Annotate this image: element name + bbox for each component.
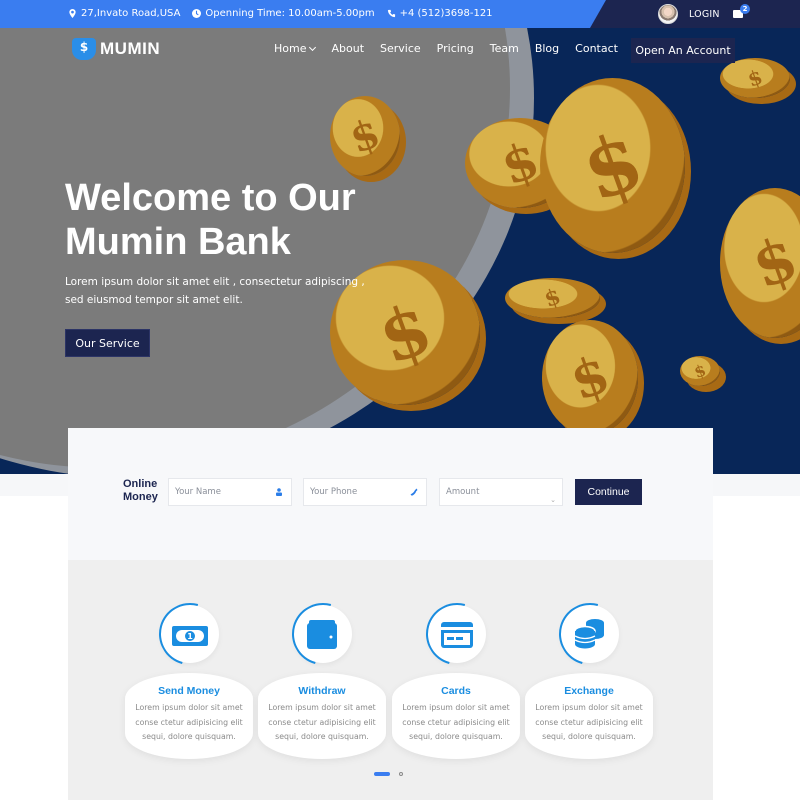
form-label: Online Money <box>123 478 163 504</box>
nav-item-contact[interactable]: Contact <box>575 42 618 55</box>
online-money-form: Online Money Your Name Your Phone Amount… <box>68 428 713 560</box>
our-service-button[interactable]: Our Service <box>65 329 150 357</box>
service-card[interactable]: Cards Lorem ipsum dolor sit amet conse c… <box>392 591 520 759</box>
carousel-dot[interactable] <box>399 772 403 776</box>
coin-image <box>720 188 800 338</box>
phone-text: +4 (512)3698-121 <box>399 8 493 19</box>
wallet-icon <box>307 620 337 649</box>
user-icon <box>276 488 282 496</box>
open-account-button[interactable]: Open An Account <box>631 38 735 63</box>
service-card-body: Exchange Lorem ipsum dolor sit amet cons… <box>525 673 653 759</box>
service-text: Lorem ipsum dolor sit amet conse ctetur … <box>535 703 643 741</box>
service-title: Cards <box>441 685 471 697</box>
nav-item-pricing[interactable]: Pricing <box>437 42 474 55</box>
hours-text: Openning Time: 10.00am-5.00pm <box>205 8 375 19</box>
svg-text:1: 1 <box>187 632 193 641</box>
brand-logo[interactable]: MUMIN <box>72 38 160 60</box>
service-card-body: Withdraw Lorem ipsum dolor sit amet cons… <box>258 673 386 759</box>
service-text: Lorem ipsum dolor sit amet conse ctetur … <box>268 703 376 741</box>
phone-input[interactable]: Your Phone <box>303 478 427 506</box>
service-title: Exchange <box>564 685 614 697</box>
address-text: 27,Invato Road,USA <box>81 8 181 19</box>
coin-image <box>720 58 790 98</box>
service-card[interactable]: Exchange Lorem ipsum dolor sit amet cons… <box>525 591 653 759</box>
login-link[interactable]: LOGIN <box>689 9 720 20</box>
page: 27,Invato Road,USA Openning Time: 10.00a… <box>0 0 800 800</box>
amount-selected: Amount <box>446 487 480 497</box>
service-card-body: Send Money Lorem ipsum dolor sit amet co… <box>125 673 253 759</box>
coin-image <box>542 320 638 435</box>
top-bar: 27,Invato Road,USA Openning Time: 10.00a… <box>0 0 800 28</box>
amount-select[interactable]: Amount ⌄ <box>439 478 563 506</box>
banknote-icon: 1 <box>172 626 208 646</box>
hero-section: Welcome to Our Mumin Bank Lorem ipsum do… <box>0 28 800 474</box>
nav-item-blog[interactable]: Blog <box>535 42 559 55</box>
nav-item-about[interactable]: About <box>331 42 364 55</box>
map-pin-icon <box>69 9 76 18</box>
name-placeholder: Your Name <box>175 487 221 497</box>
service-text: Lorem ipsum dolor sit amet conse ctetur … <box>135 703 243 741</box>
service-title: Withdraw <box>298 685 346 697</box>
chevron-down-icon: ⌄ <box>550 496 556 504</box>
services-section: 1 Send Money Lorem ipsum dolor sit amet … <box>68 560 713 800</box>
nav-item-label: Home <box>274 42 307 55</box>
avatar[interactable] <box>658 4 678 24</box>
coin-image <box>680 356 720 386</box>
mail-count-badge: 2 <box>740 4 750 14</box>
chevron-down-icon <box>309 43 317 51</box>
nav-item-team[interactable]: Team <box>490 42 519 55</box>
brand-name: MUMIN <box>100 39 161 58</box>
service-card-body: Cards Lorem ipsum dolor sit amet conse c… <box>392 673 520 759</box>
credit-card-icon <box>441 622 473 648</box>
shield-dollar-icon <box>72 38 96 60</box>
service-card[interactable]: Withdraw Lorem ipsum dolor sit amet cons… <box>258 591 386 759</box>
coins-icon <box>574 619 604 649</box>
carousel-dot-active[interactable] <box>374 772 390 776</box>
phone-icon <box>387 9 395 18</box>
contact-info: 27,Invato Road,USA Openning Time: 10.00a… <box>68 8 493 19</box>
main-nav: Home About Service Pricing Team Blog Con… <box>274 42 634 55</box>
coin-image <box>540 78 685 253</box>
continue-button[interactable]: Continue <box>575 479 642 505</box>
service-text: Lorem ipsum dolor sit amet conse ctetur … <box>402 703 510 741</box>
phone-item[interactable]: +4 (512)3698-121 <box>387 8 493 19</box>
form-label-text: Online Money <box>123 478 158 503</box>
phone-placeholder: Your Phone <box>310 487 358 497</box>
hours-item: Openning Time: 10.00am-5.00pm <box>192 8 375 19</box>
hero-description: Lorem ipsum dolor sit amet elit , consec… <box>65 276 365 306</box>
clock-icon <box>192 9 202 18</box>
nav-item-home[interactable]: Home <box>274 42 317 55</box>
account-area: LOGIN 2 <box>590 0 800 28</box>
address-item: 27,Invato Road,USA <box>68 8 180 19</box>
service-title: Send Money <box>158 685 220 697</box>
service-card[interactable]: 1 Send Money Lorem ipsum dolor sit amet … <box>125 591 253 759</box>
coin-image <box>330 96 400 176</box>
phone-icon <box>410 488 418 496</box>
carousel-pagination <box>374 772 403 776</box>
nav-item-service[interactable]: Service <box>380 42 421 55</box>
coin-image <box>505 278 600 318</box>
name-input[interactable]: Your Name <box>168 478 292 506</box>
hero-title: Welcome to Our Mumin Bank <box>65 177 356 263</box>
